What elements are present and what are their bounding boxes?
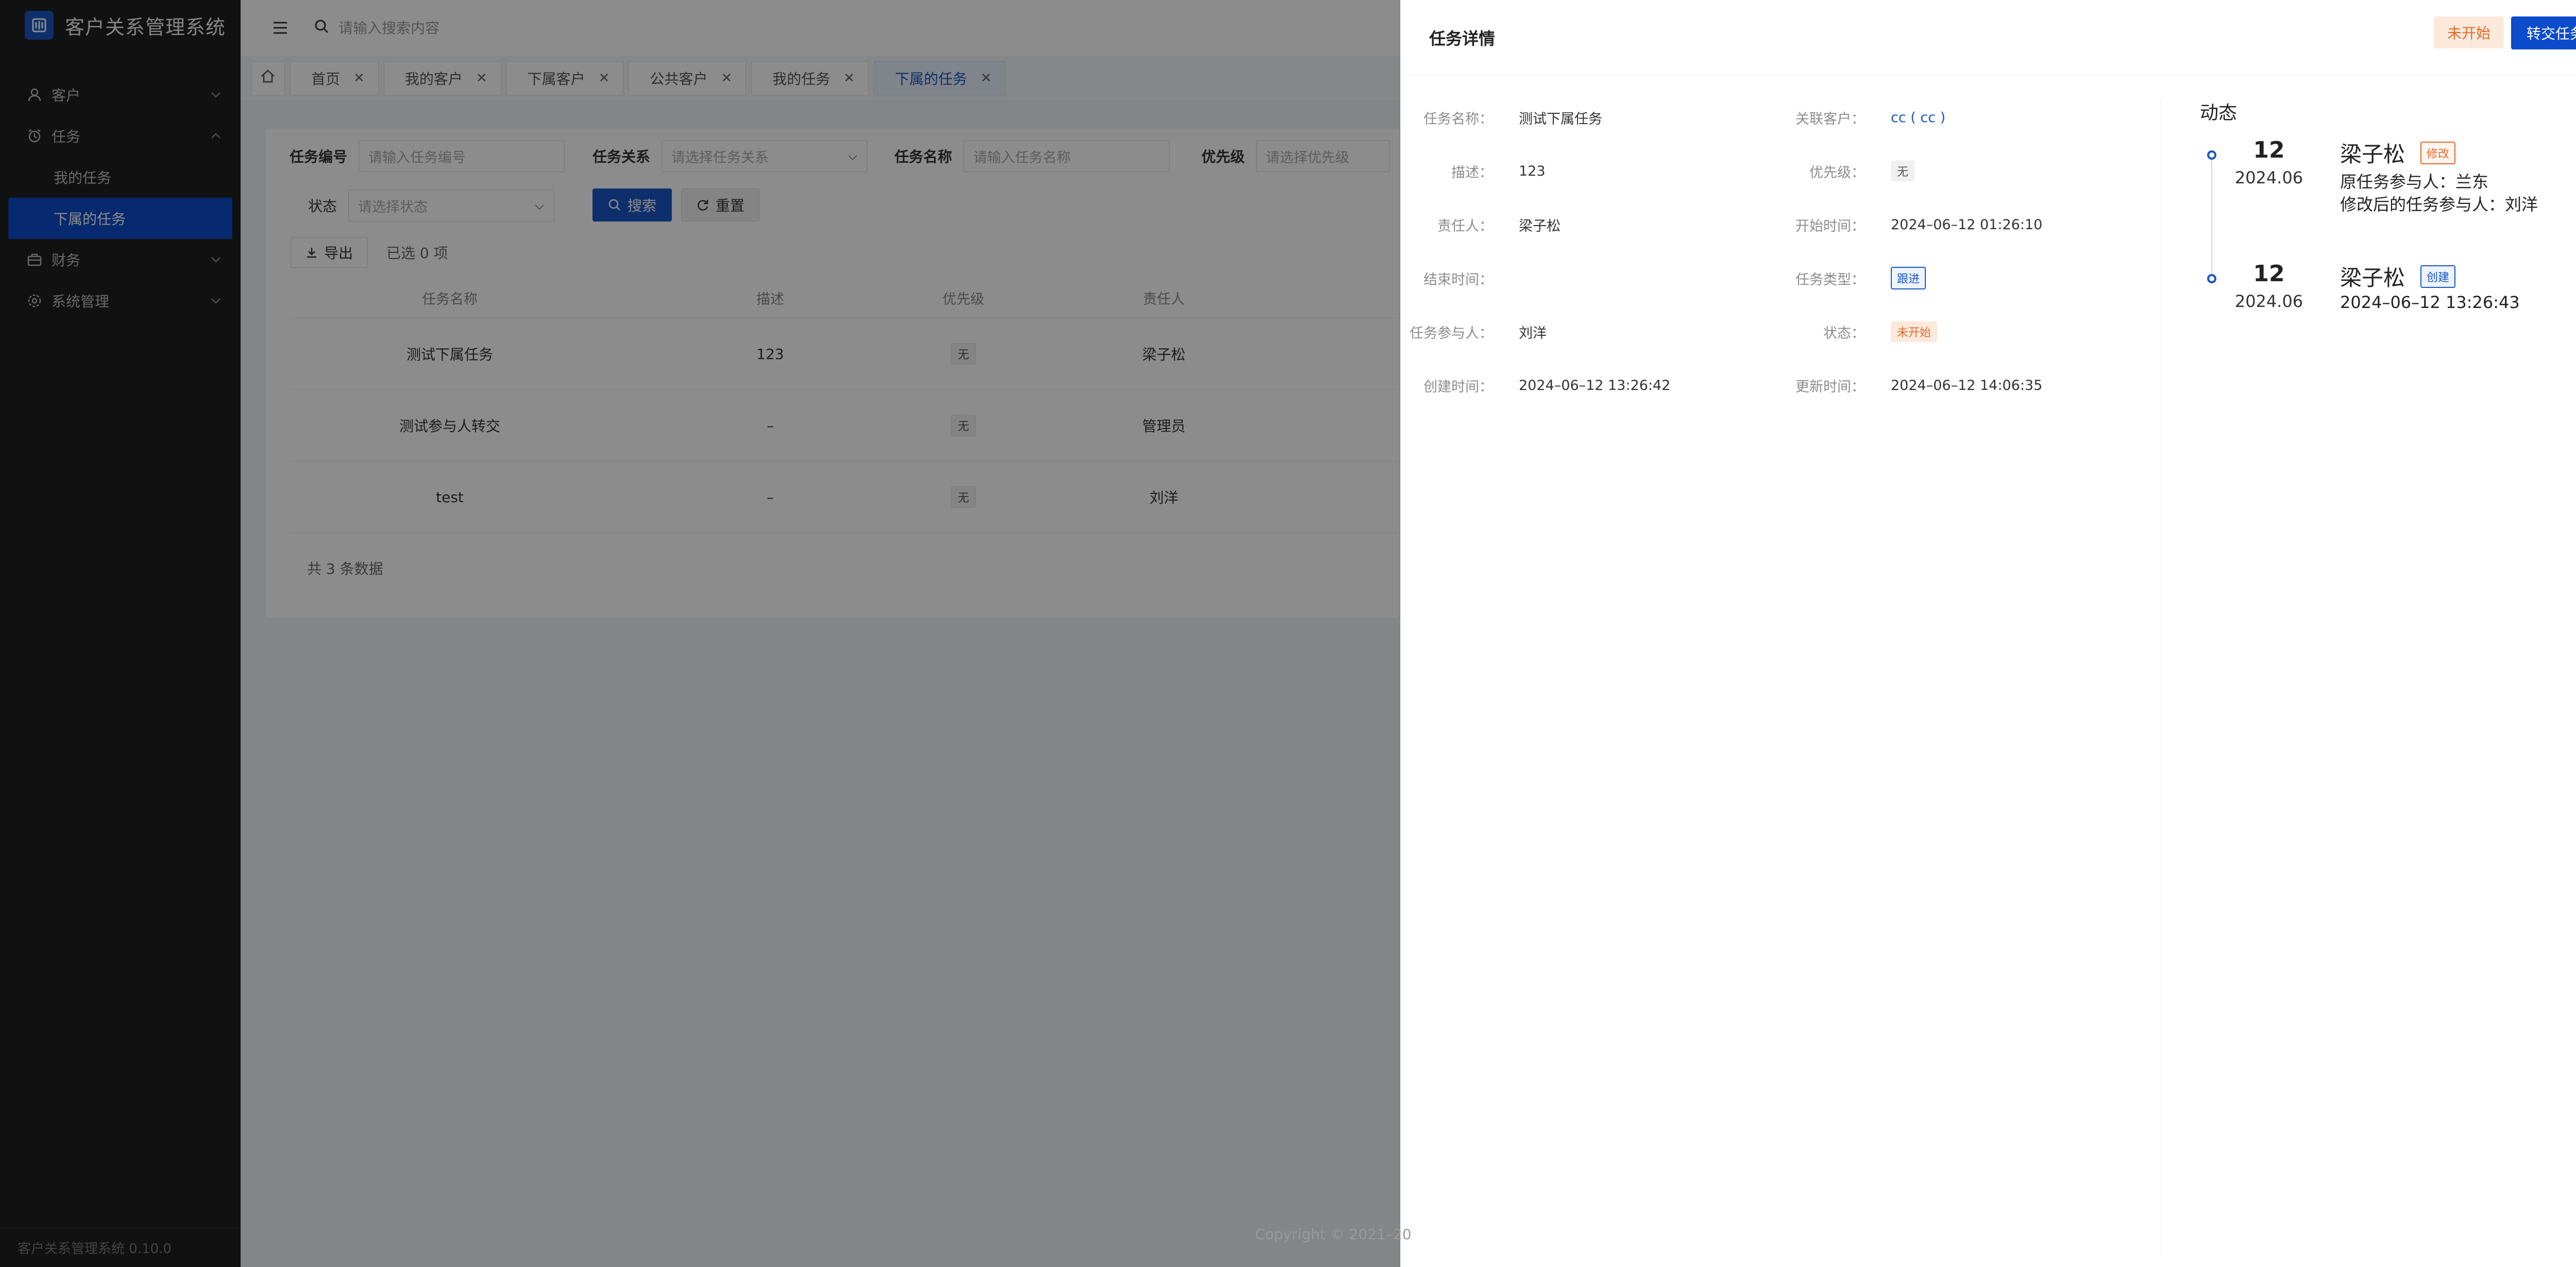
timeline-user-name: 梁子松	[2340, 265, 2405, 290]
field-task-name: 任务名称： 测试下属任务	[1400, 102, 1602, 133]
task-type-tag: 跟进	[1891, 267, 1926, 289]
field-value: 123	[1519, 163, 1546, 179]
field-value: 2024–06–12 01:26:10	[1891, 216, 2043, 233]
field-value: 2024–06–12 13:26:42	[1519, 377, 1671, 393]
field-task-type: 任务类型： 跟进	[1772, 263, 1926, 294]
field-desc: 描述： 123	[1400, 156, 1546, 186]
timeline-line	[2211, 155, 2212, 283]
field-value: 跟进	[1891, 267, 1926, 289]
field-priority: 优先级： 无	[1772, 156, 1915, 186]
status-button[interactable]: 未开始	[2434, 16, 2504, 48]
field-label: 创建时间：	[1423, 379, 1493, 395]
timeline-text: 原任务参与人：兰东	[2340, 172, 2489, 192]
field-participant: 任务参与人： 刘洋	[1400, 316, 1547, 347]
timeline-day: 12	[2253, 137, 2285, 163]
field-label: 任务类型：	[1795, 271, 1865, 288]
field-value: 测试下属任务	[1519, 111, 1602, 127]
field-label: 描述：	[1451, 164, 1493, 181]
field-start-time: 开始时间： 2024–06–12 01:26:10	[1772, 209, 2042, 240]
transfer-task-button[interactable]: 转交任务	[2511, 16, 2576, 49]
customer-link[interactable]: cc ( cc )	[1891, 110, 1945, 126]
drawer-mask[interactable]	[0, 0, 1400, 1267]
timeline-text: 2024–06–12 13:26:43	[2340, 293, 2520, 312]
timeline-user: 梁子松 创建	[2340, 261, 2456, 292]
field-value: 2024–06–12 14:06:35	[1891, 377, 2043, 393]
drawer-title: 任务详情	[1429, 28, 1496, 48]
field-label: 开始时间：	[1795, 218, 1865, 234]
timeline-day: 12	[2253, 261, 2285, 287]
field-updated: 更新时间： 2024–06–12 14:06:35	[1772, 370, 2042, 401]
field-value: 无	[1891, 161, 1915, 181]
priority-tag: 无	[1891, 161, 1915, 181]
timeline-dot	[2207, 150, 2216, 160]
create-tag: 创建	[2420, 265, 2456, 288]
field-value: 刘洋	[1519, 325, 1547, 341]
timeline-user-name: 梁子松	[2340, 142, 2405, 167]
timeline-dot	[2207, 274, 2216, 283]
activity-panel: 动态 12 2024.06 梁子松 修改 原任务参与人：兰东 修改后的任务参与人…	[2200, 98, 2538, 312]
timeline-month: 2024.06	[2234, 168, 2303, 187]
field-label: 责任人：	[1437, 218, 1493, 234]
copyright-text: Copyright © 2021–20	[1255, 1226, 1412, 1243]
task-detail-drawer: 任务详情 未开始 转交任务 × 任务名称： 测试下属任务 关联客户： cc ( …	[1400, 0, 2576, 1267]
field-created: 创建时间： 2024–06–12 13:26:42	[1400, 370, 1670, 401]
timeline-text: 修改后的任务参与人：刘洋	[2340, 195, 2538, 214]
field-label: 结束时间：	[1423, 271, 1493, 288]
field-value: 梁子松	[1519, 218, 1561, 234]
field-status: 状态： 未开始	[1772, 316, 1938, 347]
field-label: 状态：	[1823, 325, 1865, 341]
timeline-user: 梁子松 修改	[2340, 137, 2456, 168]
field-label: 优先级：	[1809, 164, 1865, 181]
activity-title: 动态	[2200, 102, 2238, 124]
field-end-time: 结束时间：	[1400, 263, 1519, 294]
status-tag: 未开始	[1891, 321, 1938, 342]
field-value: 未开始	[1891, 321, 1938, 342]
field-label: 关联客户：	[1795, 111, 1865, 127]
field-label: 任务名称：	[1423, 111, 1493, 127]
timeline-month: 2024.06	[2234, 292, 2303, 311]
drawer-header: 任务详情 未开始 转交任务 ×	[1400, 0, 2576, 75]
field-owner: 责任人： 梁子松	[1400, 209, 1561, 240]
modify-tag: 修改	[2420, 141, 2456, 164]
field-label: 更新时间：	[1795, 379, 1865, 395]
field-customer: 关联客户： cc ( cc )	[1772, 102, 1945, 133]
field-label: 任务参与人：	[1410, 325, 1493, 341]
